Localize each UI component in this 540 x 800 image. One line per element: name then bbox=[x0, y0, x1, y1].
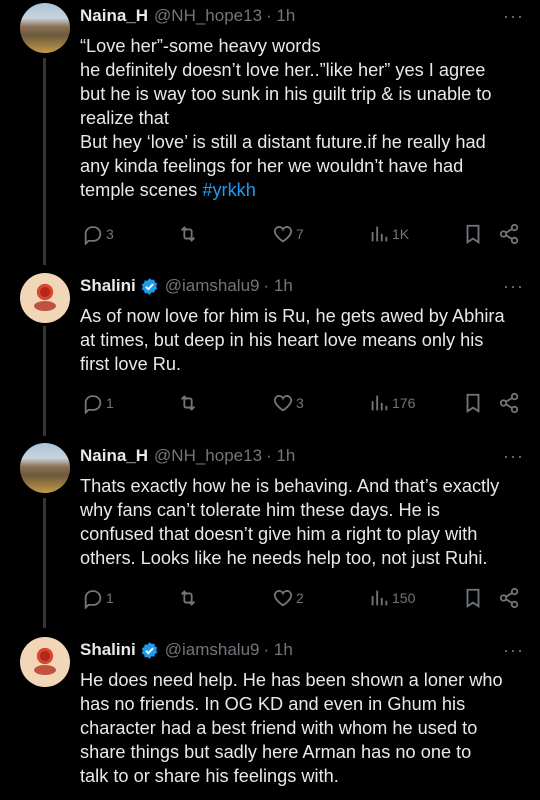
tweet-text: As of now love for him is Ru, he gets aw… bbox=[80, 304, 524, 376]
bookmark-icon bbox=[462, 392, 484, 414]
tweet-text-line: confused that doesn’t give him a right t… bbox=[80, 524, 478, 544]
share-button[interactable] bbox=[496, 223, 520, 245]
views-chart-icon bbox=[368, 587, 390, 609]
reply-button[interactable]: 1 bbox=[80, 392, 114, 414]
tweet-text-line: talk to or share his feelings with. bbox=[80, 766, 339, 786]
more-options-icon[interactable]: ··· bbox=[503, 6, 524, 27]
reply-button[interactable]: 1 bbox=[80, 587, 114, 609]
bookmark-button[interactable] bbox=[460, 587, 484, 609]
tweet-text-line: has no friends. In OG KD and even in Ghu… bbox=[80, 694, 466, 714]
verified-badge-icon bbox=[140, 277, 159, 296]
tweet-text-line: realize that bbox=[80, 108, 169, 128]
display-name[interactable]: Shalini bbox=[80, 640, 136, 660]
reply-icon bbox=[82, 587, 104, 609]
heart-icon bbox=[272, 392, 294, 414]
timestamp[interactable]: · 1h bbox=[266, 446, 295, 466]
hashtag-link[interactable]: #yrkkh bbox=[202, 180, 256, 200]
timestamp[interactable]: · 1h bbox=[266, 6, 295, 26]
display-name[interactable]: Shalini bbox=[80, 276, 136, 296]
tweet-text-line: others. Looks like he needs help too, no… bbox=[80, 548, 488, 568]
share-icon bbox=[498, 392, 520, 414]
user-handle[interactable]: @iamshalu9 bbox=[165, 640, 260, 660]
avatar[interactable] bbox=[20, 637, 70, 687]
heart-icon bbox=[272, 223, 294, 245]
tweet-text-line: “Love her”-some heavy words bbox=[80, 36, 321, 56]
tweet-text: He does need help. He has been shown a l… bbox=[80, 668, 524, 788]
views-chart-icon bbox=[368, 223, 390, 245]
more-options-icon[interactable]: ··· bbox=[503, 640, 524, 661]
tweet-text-line: any kinda feelings for her we wouldn’t h… bbox=[80, 156, 464, 176]
timestamp[interactable]: · 1h bbox=[263, 276, 292, 296]
avatar[interactable] bbox=[20, 3, 70, 53]
tweet-3-actions: 1 2 150 bbox=[80, 586, 524, 610]
views-button[interactable]: 176 bbox=[366, 392, 415, 414]
repost-button[interactable] bbox=[175, 223, 199, 245]
tweet-text-line: share things but sadly here Arman has no… bbox=[80, 742, 472, 762]
verified-badge-icon bbox=[140, 641, 159, 660]
tweet-text-line: As of now love for him is Ru, he gets aw… bbox=[80, 306, 505, 326]
repost-button[interactable] bbox=[175, 392, 199, 414]
tweet-text-line: character had a best friend with whom he… bbox=[80, 718, 478, 738]
tweet-text-line: why fans can’t tolerate him these days. … bbox=[80, 500, 440, 520]
repost-icon bbox=[177, 587, 199, 609]
like-button[interactable]: 7 bbox=[270, 223, 304, 245]
repost-button[interactable] bbox=[175, 587, 199, 609]
display-name[interactable]: Naina_H bbox=[80, 446, 148, 466]
reply-icon bbox=[82, 392, 104, 414]
tweet-text: Thats exactly how he is behaving. And th… bbox=[80, 474, 524, 570]
reply-count: 1 bbox=[106, 590, 114, 606]
bookmark-button[interactable] bbox=[460, 392, 484, 414]
view-count: 150 bbox=[392, 590, 416, 606]
avatar[interactable] bbox=[20, 273, 70, 323]
view-count: 1K bbox=[392, 226, 410, 242]
thread-line-1 bbox=[43, 58, 46, 265]
like-count: 2 bbox=[296, 590, 304, 606]
reply-button[interactable]: 3 bbox=[80, 223, 114, 245]
bookmark-icon bbox=[462, 587, 484, 609]
timestamp[interactable]: · 1h bbox=[263, 640, 292, 660]
thread-line-3 bbox=[43, 498, 46, 628]
views-button[interactable]: 1K bbox=[366, 223, 409, 245]
view-count: 176 bbox=[392, 395, 416, 411]
views-button[interactable]: 150 bbox=[366, 587, 415, 609]
repost-icon bbox=[177, 223, 199, 245]
tweet-1-actions: 3 7 1K bbox=[80, 222, 524, 246]
tweet-text-line: at times, but deep in his heart love mea… bbox=[80, 330, 484, 350]
tweet-text-line: He does need help. He has been shown a l… bbox=[80, 670, 503, 690]
tweet-2-actions: 1 3 176 bbox=[80, 391, 524, 415]
reply-count: 3 bbox=[106, 226, 114, 242]
repost-icon bbox=[177, 392, 199, 414]
share-icon bbox=[498, 223, 520, 245]
bookmark-icon bbox=[462, 223, 484, 245]
share-button[interactable] bbox=[496, 392, 520, 414]
share-icon bbox=[498, 587, 520, 609]
share-button[interactable] bbox=[496, 587, 520, 609]
like-button[interactable]: 2 bbox=[270, 587, 304, 609]
like-button[interactable]: 3 bbox=[270, 392, 304, 414]
tweet-text-line: But hey ‘love’ is still a distant future… bbox=[80, 132, 486, 152]
bookmark-button[interactable] bbox=[460, 223, 484, 245]
user-handle[interactable]: @NH_hope13 bbox=[154, 446, 262, 466]
like-count: 3 bbox=[296, 395, 304, 411]
display-name[interactable]: Naina_H bbox=[80, 6, 148, 26]
reply-count: 1 bbox=[106, 395, 114, 411]
more-options-icon[interactable]: ··· bbox=[503, 276, 524, 297]
tweet-text-line: Thats exactly how he is behaving. And th… bbox=[80, 476, 500, 496]
user-handle[interactable]: @NH_hope13 bbox=[154, 6, 262, 26]
tweet-text: “Love her”-some heavy words he definitel… bbox=[80, 34, 524, 202]
tweet-text-line: first love Ru. bbox=[80, 354, 182, 374]
thread-line-2 bbox=[43, 326, 46, 436]
heart-icon bbox=[272, 587, 294, 609]
reply-icon bbox=[82, 223, 104, 245]
views-chart-icon bbox=[368, 392, 390, 414]
tweet-text-line: he definitely doesn’t love her..”like he… bbox=[80, 60, 486, 80]
more-options-icon[interactable]: ··· bbox=[503, 446, 524, 467]
like-count: 7 bbox=[296, 226, 304, 242]
user-handle[interactable]: @iamshalu9 bbox=[165, 276, 260, 296]
tweet-text-line: temple scenes bbox=[80, 180, 203, 200]
tweet-text-line: but he is way too sunk in his guilt trip… bbox=[80, 84, 492, 104]
avatar[interactable] bbox=[20, 443, 70, 493]
